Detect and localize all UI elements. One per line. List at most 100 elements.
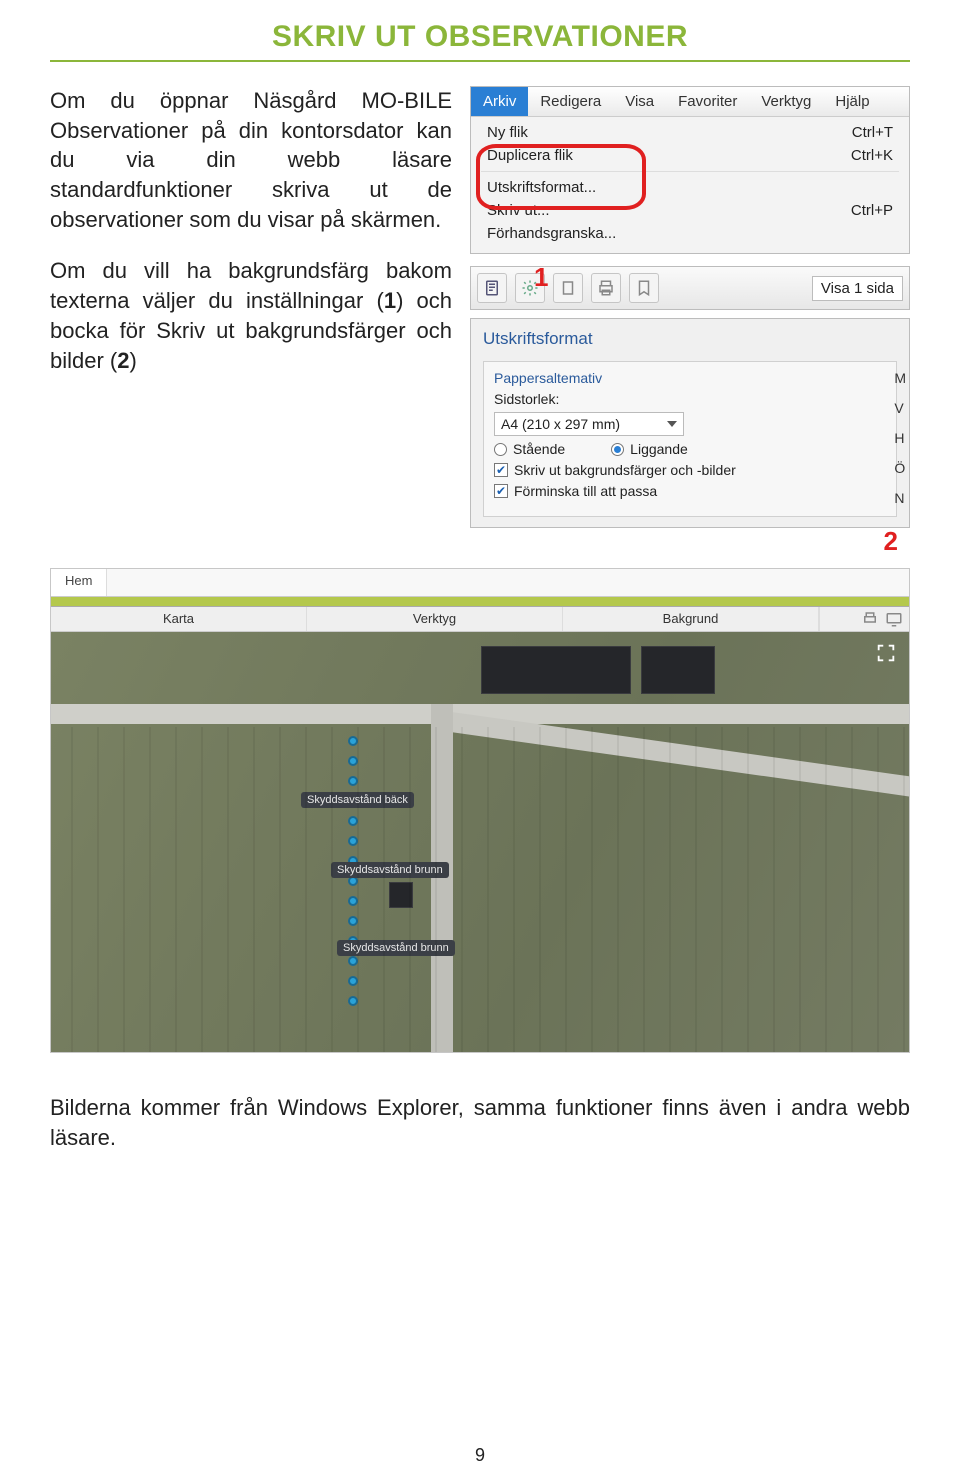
size-row: Sidstorlek:	[494, 391, 886, 407]
texture-line	[513, 727, 515, 1052]
texture-line	[461, 727, 463, 1052]
road-diagonal	[450, 712, 909, 804]
dialog-title: Utskriftsformat	[483, 329, 897, 349]
orientation-row: Stående Liggande	[494, 441, 886, 457]
texture-line	[227, 727, 229, 1052]
menu-shortcut: Ctrl+K	[851, 147, 893, 164]
texture-line	[695, 727, 697, 1052]
menu-hjalp[interactable]: Hjälp	[823, 87, 881, 116]
col-verktyg[interactable]: Verktyg	[307, 607, 563, 631]
checkbox-shrink-label: Förminska till att passa	[514, 483, 657, 499]
texture-line	[253, 727, 255, 1052]
page-number: 9	[475, 1445, 485, 1466]
menu-arkiv[interactable]: Arkiv	[471, 87, 528, 116]
menu-item-duplicera-flik[interactable]: Duplicera flik Ctrl+K	[471, 144, 909, 167]
instruction-text: Om du öppnar Näsgård MO-BILE Observation…	[50, 86, 452, 528]
print-bg-row: Skriv ut bakgrundsfärger och -bilder	[494, 462, 886, 478]
annotation-number-1: 1	[534, 262, 548, 293]
shrink-row: Förminska till att passa	[494, 483, 886, 499]
doc-icon[interactable]	[477, 273, 507, 303]
texture-line	[799, 727, 801, 1052]
screen-small-icon[interactable]	[885, 610, 903, 628]
texture-line	[903, 727, 905, 1052]
annotation-number-2: 2	[884, 526, 898, 557]
texture-line	[97, 727, 99, 1052]
menu-redigera[interactable]: Redigera	[528, 87, 613, 116]
menu-dropdown-body: Ny flik Ctrl+T Duplicera flik Ctrl+K Uts…	[471, 117, 909, 253]
texture-line	[643, 727, 645, 1052]
aerial-image: Skyddsavstånd bäck Skyddsavstånd brunn S…	[51, 632, 909, 1052]
texture-line	[487, 727, 489, 1052]
map-screenshot: Hem Karta Verktyg Bakgrund Skyddsavstånd…	[50, 568, 910, 1053]
map-column-headers: Karta Verktyg Bakgrund	[51, 607, 909, 632]
menu-item-ny-flik[interactable]: Ny flik Ctrl+T	[471, 121, 909, 144]
paragraph-2: Om du vill ha bakgrundsfärg bakom texter…	[50, 256, 452, 375]
select-value: A4 (210 x 297 mm)	[501, 416, 620, 432]
cropped-right-labels: M V H Ö N	[894, 370, 906, 506]
menu-item-utskriftsformat[interactable]: Utskriftsformat...	[471, 176, 909, 199]
texture-line	[773, 727, 775, 1052]
side-label: Ö	[894, 460, 906, 476]
menu-label: Duplicera flik	[487, 147, 573, 164]
menu-favoriter[interactable]: Favoriter	[666, 87, 749, 116]
bottom-paragraph: Bilderna kommer från Windows Explorer, s…	[0, 1071, 960, 1152]
texture-line	[357, 727, 359, 1052]
size-select-row: A4 (210 x 297 mm)	[494, 412, 886, 436]
menu-item-forhandsgranska[interactable]: Förhandsgranska...	[471, 222, 909, 245]
tab-hem[interactable]: Hem	[51, 569, 107, 596]
checkbox-print-background[interactable]	[494, 463, 508, 477]
texture-line	[279, 727, 281, 1052]
zoom-select[interactable]: Visa 1 sida	[812, 276, 903, 301]
menu-shortcut: Ctrl+P	[851, 202, 893, 219]
side-label: H	[894, 430, 906, 446]
texture-line	[617, 727, 619, 1052]
page-title: SKRIV UT OBSERVATIONER	[50, 0, 910, 62]
radio-landscape[interactable]	[611, 443, 624, 456]
screenshot-column: Arkiv Redigera Visa Favoriter Verktyg Hj…	[470, 86, 910, 528]
page-size-select[interactable]: A4 (210 x 297 mm)	[494, 412, 684, 436]
texture-line	[721, 727, 723, 1052]
inline-number-1: 1	[384, 288, 396, 313]
olive-bar	[51, 597, 909, 607]
map-top-tabs: Hem	[51, 569, 909, 597]
menu-separator	[481, 171, 899, 172]
side-label: V	[894, 400, 906, 416]
texture-line	[825, 727, 827, 1052]
texture-line	[71, 727, 73, 1052]
menu-label: Förhandsgranska...	[487, 225, 616, 242]
texture-line	[565, 727, 567, 1052]
menubar: Arkiv Redigera Visa Favoriter Verktyg Hj…	[471, 87, 909, 117]
side-label: N	[894, 490, 906, 506]
texture-line	[201, 727, 203, 1052]
texture-line	[539, 727, 541, 1052]
print-icon[interactable]	[591, 273, 621, 303]
map-marker-label-2[interactable]: Skyddsavstånd brunn	[331, 862, 449, 878]
menu-verktyg[interactable]: Verktyg	[749, 87, 823, 116]
map-marker-label-3[interactable]: Skyddsavstånd brunn	[337, 940, 455, 956]
chevron-down-icon	[667, 421, 677, 427]
texture-line	[851, 727, 853, 1052]
page-icon[interactable]	[553, 273, 583, 303]
bookmark-icon[interactable]	[629, 273, 659, 303]
texture-line	[877, 727, 879, 1052]
menu-item-skriv-ut[interactable]: Skriv ut... Ctrl+P	[471, 199, 909, 222]
radio-portrait[interactable]	[494, 443, 507, 456]
menu-visa[interactable]: Visa	[613, 87, 666, 116]
col-karta[interactable]: Karta	[51, 607, 307, 631]
fieldset-legend: Pappersaltemativ	[494, 370, 886, 386]
building-2	[641, 646, 715, 694]
print-small-icon[interactable]	[861, 610, 879, 628]
texture-line	[669, 727, 671, 1052]
col-bakgrund[interactable]: Bakgrund	[563, 607, 819, 631]
texture-line	[331, 727, 333, 1052]
checkbox-print-background-label: Skriv ut bakgrundsfärger och -bilder	[514, 462, 736, 478]
texture-line	[175, 727, 177, 1052]
fullscreen-icon[interactable]	[875, 642, 897, 664]
two-column-row: Om du öppnar Näsgård MO-BILE Observation…	[0, 86, 960, 528]
texture-line	[383, 727, 385, 1052]
radio-landscape-label: Liggande	[630, 441, 688, 457]
texture-line	[409, 727, 411, 1052]
texture-line	[747, 727, 749, 1052]
checkbox-shrink-to-fit[interactable]	[494, 484, 508, 498]
side-label: M	[894, 370, 906, 386]
